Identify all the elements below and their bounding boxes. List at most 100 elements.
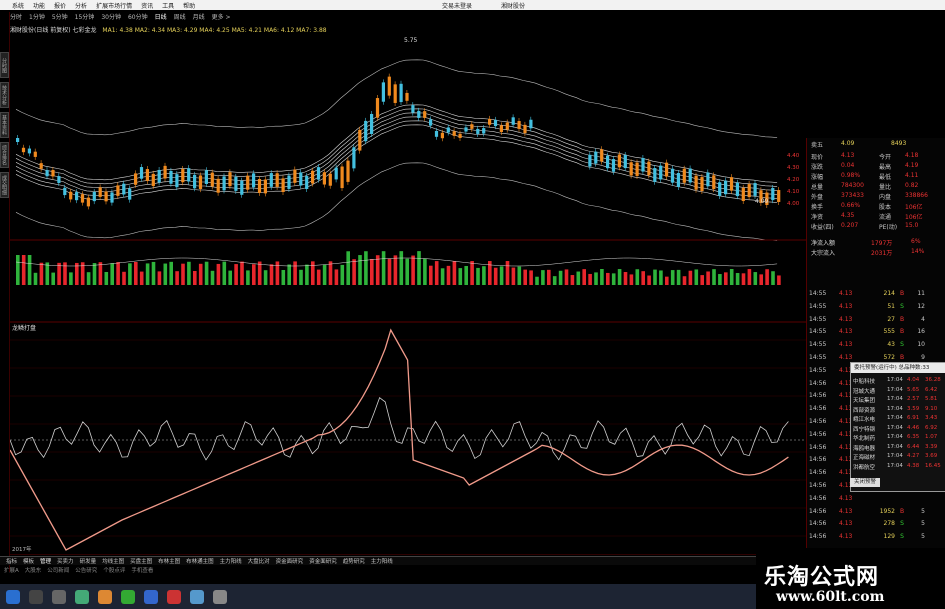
status-item[interactable]: 手机查看 xyxy=(131,566,153,575)
alert-row[interactable]: 峨江水电 17:04 6.91 3.43 xyxy=(853,415,945,424)
folder-icon[interactable] xyxy=(98,589,112,604)
alert-row[interactable]: 洪都航空 17:04 4.38 16.45 xyxy=(853,463,945,472)
bottom-tab[interactable]: 主力阳线 xyxy=(371,557,393,565)
app-icon[interactable] xyxy=(75,589,89,604)
menu-item-analysis[interactable]: 分析 xyxy=(75,1,87,10)
qq-icon[interactable] xyxy=(144,589,158,604)
menu-item-extended-market[interactable]: 扩展市场行情 xyxy=(96,1,132,10)
status-item[interactable]: 公告研究 xyxy=(75,566,97,575)
status-item[interactable]: 个股点评 xyxy=(103,566,125,575)
alert-price: 6.44 xyxy=(907,443,920,450)
candle-body xyxy=(364,120,368,142)
alert-row[interactable]: 西部资源 17:04 3.59 9.10 xyxy=(853,406,945,415)
tab-technical[interactable]: 技术分析 xyxy=(0,82,9,108)
volume-bar xyxy=(446,265,451,285)
alert-price: 4.27 xyxy=(907,453,920,459)
alert-popup[interactable]: 委托预警(运行中) 总品种数:33 中船科技 17:04 4.04 36.28 冠城大通… xyxy=(850,362,945,492)
bottom-tab[interactable]: 布林通主图 xyxy=(186,557,214,565)
bottom-tab[interactable]: 模板 xyxy=(23,557,34,565)
sub-indicator-white-line xyxy=(10,397,789,461)
candle-body xyxy=(482,128,486,134)
volume-bar xyxy=(299,269,303,285)
tick-price: 4.13 xyxy=(839,302,853,310)
bottom-tab[interactable]: 趋势研究 xyxy=(343,557,365,565)
status-item[interactable]: 大股东 xyxy=(25,566,42,575)
app-icon[interactable] xyxy=(167,589,181,604)
period-intraday[interactable]: 分时 xyxy=(10,12,22,22)
period-weekly[interactable]: 周线 xyxy=(174,12,186,22)
menu-item-function[interactable]: 功能 xyxy=(33,1,45,10)
period-60min[interactable]: 60分钟 xyxy=(128,12,148,22)
volume-bar xyxy=(157,271,162,285)
bottom-tab[interactable]: 资金面研究 xyxy=(276,557,304,565)
volume-bar xyxy=(411,255,415,285)
alert-row[interactable]: 华北制药 17:04 6.35 1.07 xyxy=(853,434,945,443)
volume-bar xyxy=(322,264,327,285)
close-alert-button[interactable]: 关闭预警 xyxy=(850,478,880,487)
alert-row[interactable]: 中船科技 17:04 4.04 36.28 xyxy=(853,377,945,386)
axis-label: 4.30 xyxy=(787,165,800,171)
left-tab-strip: 分时图 技术分析 基本资料 综合排名 成交明细 xyxy=(0,12,10,572)
tick-side: B xyxy=(899,328,905,336)
axis-label: 4.20 xyxy=(787,177,800,183)
bottom-tab[interactable]: 资金面研究 xyxy=(309,557,337,565)
bottom-tab[interactable]: 主力阳线 xyxy=(220,557,242,565)
candle-body xyxy=(458,133,462,138)
tab-intraday[interactable]: 分时图 xyxy=(0,52,9,78)
app-icon[interactable] xyxy=(213,589,227,604)
stock-app-icon[interactable] xyxy=(190,589,204,604)
quote-value: 0.82 xyxy=(905,182,919,189)
volume-bar xyxy=(423,258,427,285)
tab-trade-detail[interactable]: 成交明细 xyxy=(0,172,9,198)
alert-row[interactable]: 西宁特钢 17:04 4.46 6.92 xyxy=(853,425,945,434)
bottom-tab[interactable]: 指标 xyxy=(6,557,17,565)
bottom-tab[interactable]: 买卖力 xyxy=(57,557,74,565)
windows-start-icon[interactable] xyxy=(6,589,20,604)
period-monthly[interactable]: 月线 xyxy=(193,12,205,22)
explorer-icon[interactable] xyxy=(29,589,43,604)
period-5min[interactable]: 5分钟 xyxy=(52,12,68,22)
tab-ranking[interactable]: 综合排名 xyxy=(0,142,9,168)
volume-bar xyxy=(145,263,150,285)
status-item[interactable]: 公司新闻 xyxy=(47,566,69,575)
period-15min[interactable]: 15分钟 xyxy=(75,12,95,22)
period-more[interactable]: 更多 > xyxy=(212,12,231,22)
candle-body xyxy=(151,173,155,187)
alert-row[interactable]: 天坛集团 17:04 2.57 5.81 xyxy=(853,396,945,405)
period-30min[interactable]: 30分钟 xyxy=(101,12,121,22)
menu-item-quote[interactable]: 报价 xyxy=(54,1,66,10)
alert-row[interactable]: 冠城大通 17:04 5.65 6.42 xyxy=(853,387,945,396)
menu-item-news[interactable]: 资讯 xyxy=(141,1,153,10)
volume-bar xyxy=(240,261,244,285)
bottom-tab[interactable]: 管理 xyxy=(40,557,51,565)
menu-item-help[interactable]: 帮助 xyxy=(183,1,195,10)
chart-area[interactable]: 5.75 4.09 龙鳞打盘 2017年 xyxy=(10,30,806,555)
alert-row[interactable]: 正海磁材 17:04 4.27 3.69 xyxy=(853,453,945,462)
trade-login-status[interactable]: 交易未登录 xyxy=(442,1,472,10)
period-1min[interactable]: 1分钟 xyxy=(29,12,45,22)
bottom-tab[interactable]: 均线主图 xyxy=(102,557,124,565)
menu-item-tools[interactable]: 工具 xyxy=(162,1,174,10)
bottom-tab[interactable]: 买盘主图 xyxy=(130,557,152,565)
candle-body xyxy=(611,159,616,172)
alert-stock: 西部资源 xyxy=(853,407,876,414)
candle-body xyxy=(641,158,645,172)
bottom-tab[interactable]: 大盘比对 xyxy=(248,557,270,565)
quote-value: 338866 xyxy=(905,192,928,199)
app-icon[interactable] xyxy=(52,589,66,604)
candle-body xyxy=(157,169,161,183)
alert-row[interactable]: 海鸥电器 17:04 6.44 3.39 xyxy=(853,444,945,453)
tick-time: 14:55 xyxy=(809,328,827,336)
volume-bar xyxy=(169,261,173,285)
tab-fundamentals[interactable]: 基本资料 xyxy=(0,112,9,138)
stock-name-label: 湘财股份 xyxy=(500,2,525,10)
bottom-tab[interactable]: 研发量 xyxy=(80,557,97,565)
status-item[interactable]: 扩展A xyxy=(4,566,19,575)
bottom-tab[interactable]: 布林主图 xyxy=(158,557,180,565)
candle-body xyxy=(375,98,380,118)
wechat-icon[interactable] xyxy=(121,589,135,604)
volume-bar xyxy=(777,275,781,285)
alert-time: 17:04 xyxy=(887,415,903,421)
period-daily[interactable]: 日线 xyxy=(155,12,167,22)
menu-item-system[interactable]: 系统 xyxy=(12,1,24,10)
